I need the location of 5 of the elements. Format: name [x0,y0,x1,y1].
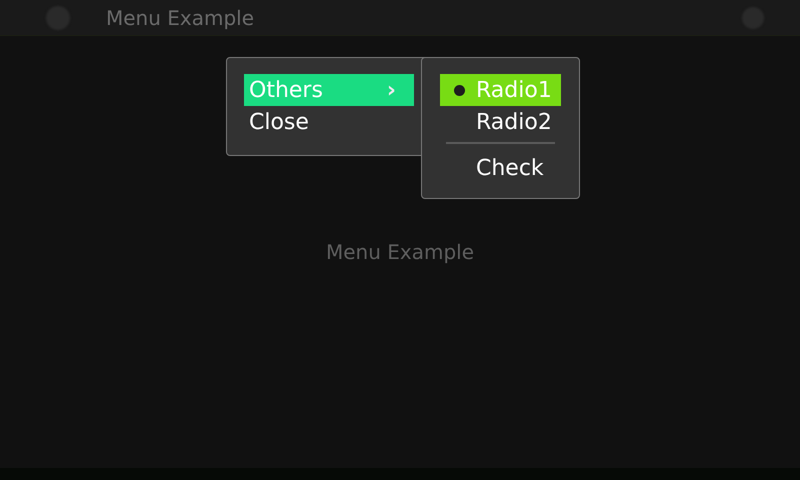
radio-item[interactable]: Radio2 [440,106,561,138]
check-item[interactable]: Check [440,152,561,184]
content-label: Menu Example [326,239,474,266]
window-title: Menu Example [106,4,254,32]
menu-item[interactable]: Close [244,106,414,138]
